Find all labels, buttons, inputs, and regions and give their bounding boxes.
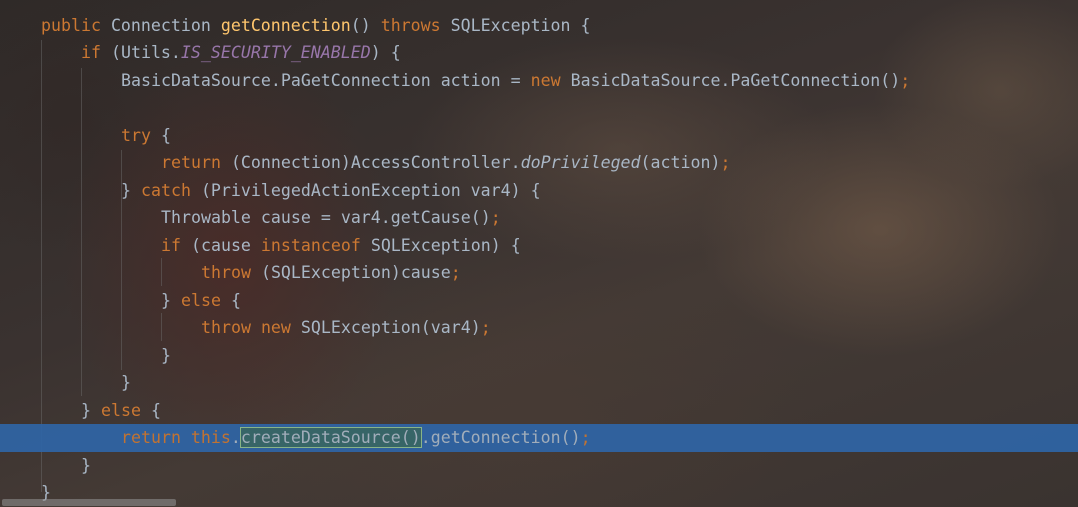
code-editor[interactable]: public Connection getConnection() throws… <box>0 0 1078 507</box>
code-line[interactable]: throw (SQLException)cause; <box>0 259 1078 287</box>
code-token: else <box>100 400 151 420</box>
code-token: } <box>81 400 101 420</box>
code-token: ) { <box>370 43 401 62</box>
code-text: return (Connection)AccessController.doPr… <box>161 149 730 177</box>
code-text: BasicDataSource.PaGetConnection action =… <box>121 67 910 95</box>
code-token: ; <box>580 428 591 447</box>
code-token: throws <box>380 15 451 35</box>
code-text: if (Utils.IS_SECURITY_ENABLED) { <box>81 39 401 67</box>
code-text: } else { <box>161 287 241 315</box>
code-token: SQLException) { <box>370 235 521 255</box>
code-text: public Connection getConnection() throws… <box>41 12 591 40</box>
code-line[interactable]: } else { <box>0 287 1078 315</box>
code-token: ; <box>720 153 731 172</box>
code-token: () <box>350 15 381 35</box>
code-text: throw new SQLException(var4); <box>201 314 491 342</box>
code-token: ; <box>450 263 461 282</box>
code-token: SQLException(var4) <box>300 318 481 337</box>
code-token: (action) <box>640 153 721 172</box>
horizontal-scrollbar-thumb[interactable] <box>2 499 176 506</box>
code-text: } else { <box>81 397 161 425</box>
code-token: getConnection <box>220 15 351 35</box>
code-line[interactable]: } catch (PrivilegedActionException var4)… <box>0 177 1078 205</box>
code-text: throw (SQLException)cause; <box>201 259 461 287</box>
code-token: (SQLException)cause <box>260 263 451 282</box>
code-token: SQLException { <box>450 15 591 35</box>
code-token: if <box>81 43 111 62</box>
code-line[interactable]: } <box>0 369 1078 397</box>
matched-call-highlight: createDataSource() <box>239 427 422 448</box>
code-token: (Connection)AccessController. <box>230 153 521 172</box>
code-token: } <box>161 290 181 310</box>
code-token: Throwable cause = var4.getCause() <box>161 208 491 227</box>
code-token: (cause <box>190 235 261 255</box>
code-text: } <box>161 342 171 370</box>
code-text: Throwable cause = var4.getCause(); <box>161 204 501 232</box>
code-token: BasicDataSource.PaGetConnection action = <box>121 70 531 90</box>
code-text: } <box>81 452 91 480</box>
code-token: { <box>230 290 241 310</box>
code-line[interactable]: return (Connection)AccessController.doPr… <box>0 149 1078 177</box>
code-token: } <box>81 455 91 475</box>
code-line[interactable]: Throwable cause = var4.getCause(); <box>0 204 1078 232</box>
code-text: if (cause instanceof SQLException) { <box>161 232 521 260</box>
code-line[interactable]: if (cause instanceof SQLException) { <box>0 232 1078 260</box>
code-token: (Utils. <box>110 43 181 62</box>
code-token: if <box>161 235 191 255</box>
code-token: { <box>160 125 171 145</box>
code-token: } <box>121 373 131 392</box>
code-token: throw new <box>201 318 301 337</box>
code-token: else <box>180 290 231 310</box>
code-token: Connection <box>110 15 221 35</box>
code-line[interactable] <box>0 94 1078 122</box>
code-token: ; <box>480 318 491 337</box>
code-token: catch <box>140 180 201 200</box>
code-token: ; <box>490 208 501 227</box>
code-token: new <box>530 70 571 90</box>
code-token: . <box>230 428 241 447</box>
code-token: IS_SECURITY_ENABLED <box>180 43 371 62</box>
code-token: try <box>121 125 161 145</box>
code-token: instanceof <box>260 235 371 255</box>
code-text: } catch (PrivilegedActionException var4)… <box>121 177 541 205</box>
code-line[interactable]: if (Utils.IS_SECURITY_ENABLED) { <box>0 39 1078 67</box>
code-token: } <box>161 345 171 365</box>
code-line[interactable]: } <box>0 342 1078 370</box>
code-token: doPrivileged <box>520 153 641 172</box>
code-text: } <box>121 369 131 397</box>
code-token: } <box>121 180 141 200</box>
code-token: throw <box>201 263 261 282</box>
code-line-current[interactable]: return this.createDataSource().getConnec… <box>0 424 1078 452</box>
code-line[interactable]: BasicDataSource.PaGetConnection action =… <box>0 67 1078 95</box>
code-line[interactable]: public Connection getConnection() throws… <box>0 12 1078 40</box>
code-token: ; <box>900 70 911 90</box>
code-token: public <box>41 15 111 35</box>
code-token: return this <box>121 428 231 447</box>
code-line[interactable]: } else { <box>0 397 1078 425</box>
code-token: BasicDataSource.PaGetConnection() <box>570 70 901 90</box>
code-line[interactable]: throw new SQLException(var4); <box>0 314 1078 342</box>
code-line[interactable]: try { <box>0 122 1078 150</box>
code-line[interactable]: } <box>0 452 1078 480</box>
code-token: .getConnection() <box>420 428 581 447</box>
code-token: { <box>150 400 161 420</box>
code-token: (PrivilegedActionException var4) { <box>200 180 541 200</box>
horizontal-scrollbar[interactable] <box>0 498 1078 507</box>
code-text: try { <box>121 122 171 150</box>
code-text: return this.createDataSource().getConnec… <box>121 424 591 452</box>
code-token: return <box>161 153 231 172</box>
